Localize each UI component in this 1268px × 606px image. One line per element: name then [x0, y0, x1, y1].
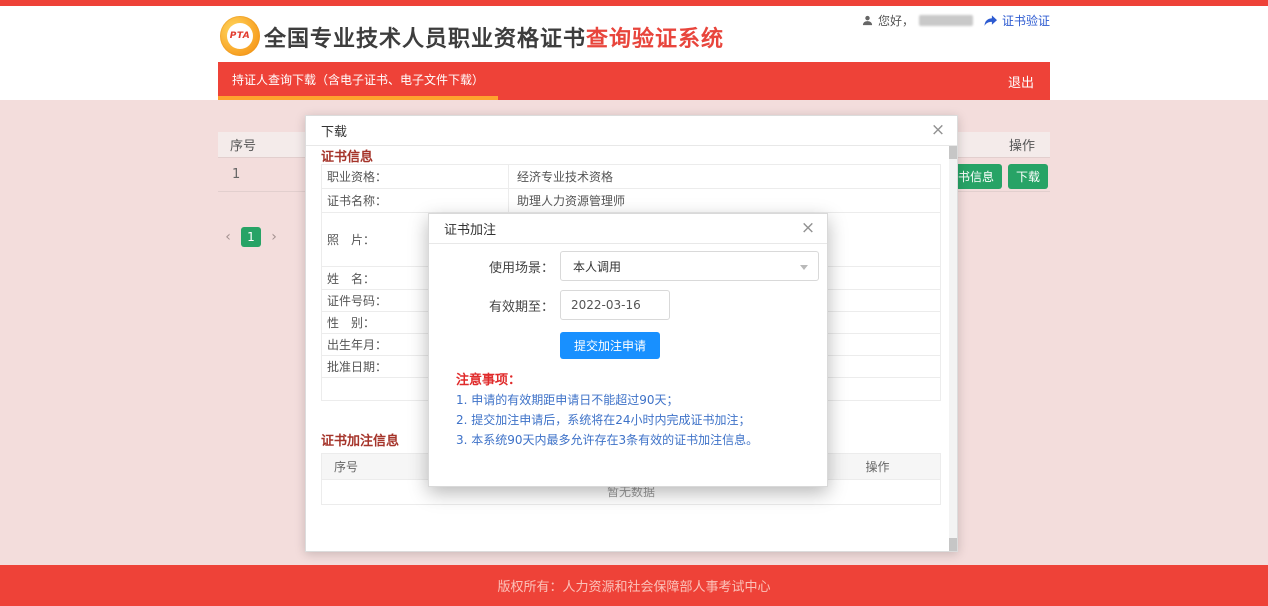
user-area: 您好， 证书验证: [862, 12, 1050, 29]
field-value: 助理人力资源管理师: [509, 189, 625, 212]
cert-verify-link[interactable]: 证书验证: [1002, 12, 1050, 29]
page-title-accent: 查询验证系统: [586, 27, 724, 52]
close-icon[interactable]: ×: [797, 217, 819, 239]
page-1-button[interactable]: 1: [241, 227, 261, 247]
field-label: 证书名称：: [322, 189, 509, 212]
annotation-modal-titlebar: 证书加注 ×: [429, 214, 827, 244]
main-content: 序号 操作 1 证书信息 下载 ‹ 1 › 下载 × 证书信息 职业资格： 经济…: [0, 100, 1268, 565]
valid-until-label: 有效期至：: [429, 296, 554, 315]
next-page-button[interactable]: ›: [268, 229, 280, 245]
header-inner: PTA 全国专业技术人员职业资格证书查询验证系统 您好， 证书验证: [218, 6, 1050, 62]
copyright-text: 版权所有：人力资源和社会保障部人事考试中心: [497, 576, 770, 595]
ann-col-header-index: 序号: [322, 458, 358, 475]
download-button[interactable]: 下载: [1008, 164, 1048, 189]
submit-annotation-button[interactable]: 提交加注申请: [560, 332, 660, 359]
ann-col-header-action: 操作: [815, 458, 940, 475]
pagination: ‹ 1 ›: [222, 227, 280, 247]
field-label: 职业资格：: [322, 165, 509, 188]
chevron-down-icon: [800, 265, 808, 270]
download-modal-titlebar: 下载 ×: [306, 116, 957, 146]
scrollbar[interactable]: [949, 146, 957, 551]
valid-until-input[interactable]: [560, 290, 670, 320]
download-modal-title: 下载: [321, 121, 347, 140]
notes-list: 1. 申请的有效期距申请日不能超过90天； 2. 提交加注申请后，系统将在24小…: [456, 390, 758, 450]
notes-title: 注意事项：: [456, 369, 521, 388]
page-title-main: 全国专业技术人员职业资格证书: [264, 27, 586, 52]
row-index-cell: 1: [218, 167, 240, 182]
scrollbar-thumb-bottom[interactable]: [949, 538, 957, 551]
field-value: 经济专业技术资格: [509, 165, 613, 188]
note-item: 3. 本系统90天内最多允许存在3条有效的证书加注信息。: [456, 430, 758, 450]
tab-holder-query-download[interactable]: 持证人查询下载（含电子证书、电子文件下载）: [218, 62, 498, 100]
logout-link[interactable]: 退出: [1008, 62, 1034, 100]
col-header-index: 序号: [218, 135, 256, 154]
nav-bar: 持证人查询下载（含电子证书、电子文件下载） 退出: [218, 62, 1050, 100]
note-item: 1. 申请的有效期距申请日不能超过90天；: [456, 390, 758, 410]
note-item: 2. 提交加注申请后，系统将在24小时内完成证书加注；: [456, 410, 758, 430]
annotation-info-section-title: 证书加注信息: [321, 430, 399, 449]
prev-page-button[interactable]: ‹: [222, 229, 234, 245]
page-title: 全国专业技术人员职业资格证书查询验证系统: [264, 21, 724, 53]
annotation-modal-title: 证书加注: [444, 219, 496, 238]
greeting-text: 您好，: [878, 12, 914, 29]
footer: 版权所有：人力资源和社会保障部人事考试中心: [0, 565, 1268, 606]
pta-logo-text: PTA: [227, 23, 253, 49]
pta-logo: PTA: [220, 16, 260, 56]
masked-username: [919, 15, 973, 26]
share-arrow-icon: [984, 15, 997, 27]
scene-label: 使用场景：: [429, 257, 554, 276]
scene-select[interactable]: 本人调用: [560, 251, 819, 281]
user-icon: [862, 15, 873, 26]
scene-select-value: 本人调用: [573, 258, 621, 275]
valid-until-form-row: 有效期至：: [429, 290, 670, 320]
scrollbar-thumb-top[interactable]: [949, 146, 957, 159]
close-icon[interactable]: ×: [927, 119, 949, 141]
annotation-modal: 证书加注 × 使用场景： 本人调用 有效期至： 提交加注申请 注意事项： 1. …: [428, 213, 828, 487]
info-row: 证书名称： 助理人力资源管理师: [322, 189, 940, 213]
scene-form-row: 使用场景： 本人调用: [429, 251, 819, 281]
header: PTA 全国专业技术人员职业资格证书查询验证系统 您好， 证书验证: [0, 6, 1268, 62]
col-header-action: 操作: [996, 135, 1048, 154]
cert-info-section-title: 证书信息: [321, 146, 373, 165]
info-row: 职业资格： 经济专业技术资格: [322, 165, 940, 189]
